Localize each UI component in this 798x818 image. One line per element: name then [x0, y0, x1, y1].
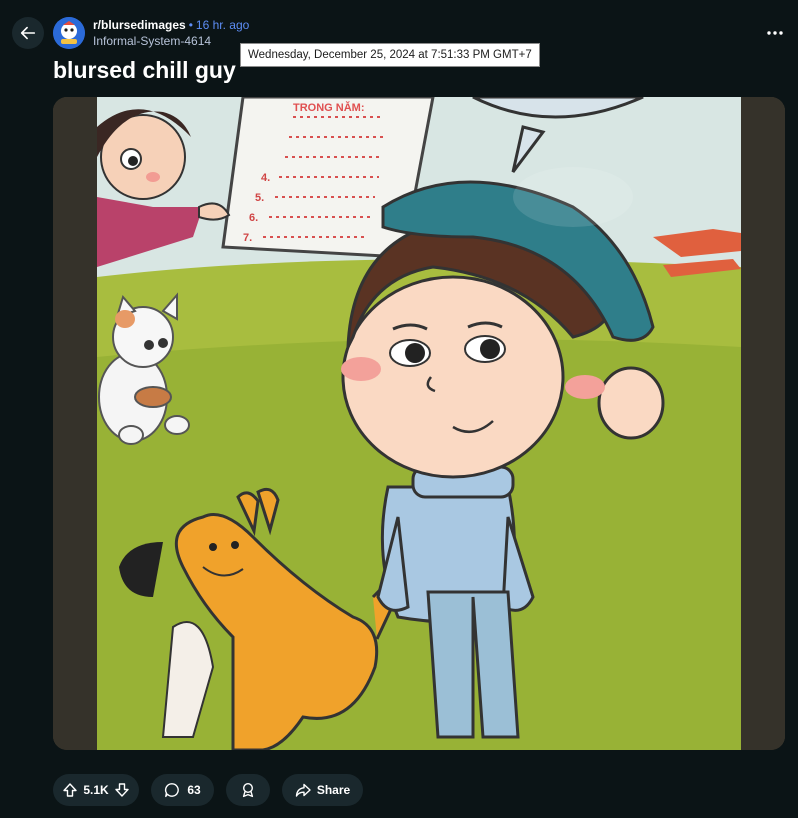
image-list-number: 6.: [249, 212, 258, 224]
upvote-button[interactable]: [59, 779, 81, 801]
post-title: blursed chill guy: [53, 57, 236, 83]
post-meta: r/blursedimages • 16 hr. ago Informal-Syst…: [93, 18, 249, 49]
image-list-heading: TRONG NĂM:: [293, 101, 365, 114]
more-horizontal-icon: [767, 31, 783, 35]
share-arrow-icon: [295, 783, 311, 797]
vote-group: 5.1K: [53, 774, 139, 806]
timestamp-tooltip: Wednesday, December 25, 2024 at 7:51:33 …: [240, 43, 540, 67]
speech-bubble-icon: [165, 783, 180, 798]
arrow-down-icon: [115, 783, 129, 797]
post-image[interactable]: TRONG NĂM: 4. 5. 6. 7.: [53, 97, 785, 750]
arrow-left-icon: [20, 26, 36, 40]
share-button[interactable]: Share: [282, 774, 363, 806]
meta-separator: •: [188, 18, 193, 32]
award-ribbon-icon: [242, 782, 254, 798]
arrow-up-icon: [63, 783, 77, 797]
image-list-number: 5.: [255, 192, 264, 204]
image-list-number: 4.: [261, 172, 270, 184]
share-label: Share: [316, 783, 351, 797]
vote-count: 5.1K: [83, 783, 109, 797]
subreddit-link[interactable]: r/blursedimages: [93, 18, 186, 32]
post-time[interactable]: 16 hr. ago: [196, 18, 249, 32]
award-button[interactable]: [226, 774, 270, 806]
image-list-number: 7.: [243, 232, 252, 244]
comment-count: 63: [187, 783, 201, 797]
downvote-button[interactable]: [111, 779, 133, 801]
post-actions: 5.1K 63 Share: [53, 774, 363, 806]
back-button[interactable]: [12, 17, 44, 49]
more-options-button[interactable]: [760, 21, 790, 45]
subreddit-avatar[interactable]: [53, 17, 85, 49]
author-link[interactable]: Informal-System-4614: [93, 34, 249, 49]
post-page: r/blursedimages • 16 hr. ago Informal-Syst…: [0, 0, 798, 818]
comments-button[interactable]: 63: [151, 774, 214, 806]
